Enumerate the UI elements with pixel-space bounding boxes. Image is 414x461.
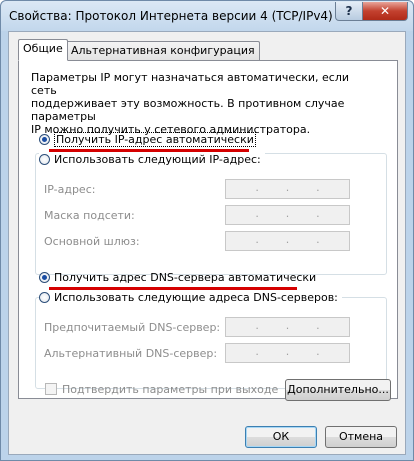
cancel-button[interactable]: Отмена — [325, 426, 397, 448]
radio-dns-auto[interactable]: Получить адрес DNS-сервера автоматически — [39, 271, 316, 284]
window-title: Свойства: Протокол Интернета версии 4 (T… — [9, 9, 333, 23]
advanced-button[interactable]: Дополнительно... — [285, 379, 391, 401]
validate-on-exit[interactable]: Подтвердить параметры при выходе — [45, 383, 278, 396]
default-gateway-label: Основной шлюз: — [44, 235, 140, 248]
help-button[interactable]: ? — [335, 2, 363, 21]
ip-address-label: IP-адрес: — [44, 183, 96, 196]
tab-alternate-config[interactable]: Альтернативная конфигурация — [66, 41, 260, 61]
ip-address-input[interactable]: ... — [225, 179, 350, 199]
radio-dns-auto-indicator[interactable] — [39, 272, 50, 283]
title-bar[interactable]: Свойства: Протокол Интернета версии 4 (T… — [1, 1, 413, 31]
red-underline-ip — [49, 149, 249, 152]
radio-dns-auto-label: Получить адрес DNS-сервера автоматически — [54, 271, 317, 284]
tab-general[interactable]: Общие — [18, 39, 68, 61]
alternate-dns-input[interactable]: ... — [225, 343, 350, 363]
ok-button[interactable]: ОК — [245, 426, 317, 448]
radio-ip-manual[interactable]: Использовать следующий IP-адрес: — [39, 153, 265, 166]
default-gateway-input[interactable]: ... — [225, 231, 350, 251]
validate-on-exit-checkbox[interactable] — [45, 383, 57, 395]
dialog-window: Свойства: Протокол Интернета версии 4 (T… — [0, 0, 414, 461]
radio-ip-manual-indicator[interactable] — [39, 154, 50, 165]
validate-on-exit-label: Подтвердить параметры при выходе — [62, 383, 279, 396]
preferred-dns-label: Предпочитаемый DNS-сервер: — [44, 321, 221, 334]
radio-ip-auto-indicator[interactable] — [39, 134, 50, 145]
alternate-dns-label: Альтернативный DNS-сервер: — [44, 347, 218, 360]
radio-dns-manual[interactable]: Использовать следующие адреса DNS-сервер… — [39, 291, 342, 304]
radio-dns-manual-label: Использовать следующие адреса DNS-сервер… — [54, 291, 338, 304]
red-underline-dns — [49, 287, 297, 290]
tab-panel-general: Параметры IP могут назначаться автоматич… — [18, 60, 398, 401]
dialog-client: Общие Альтернативная конфигурация Параме… — [8, 31, 406, 455]
close-button[interactable]: ✕ — [362, 2, 408, 21]
radio-ip-auto-label: Получить IP-адрес автоматически — [54, 132, 256, 147]
subnet-mask-label: Маска подсети: — [44, 209, 135, 222]
subnet-mask-input[interactable]: ... — [225, 205, 350, 225]
preferred-dns-input[interactable]: ... — [225, 317, 350, 337]
radio-ip-auto[interactable]: Получить IP-адрес автоматически — [39, 132, 256, 147]
intro-text: Параметры IP могут назначаться автоматич… — [31, 71, 350, 136]
radio-dns-manual-indicator[interactable] — [39, 292, 50, 303]
radio-ip-manual-label: Использовать следующий IP-адрес: — [54, 153, 261, 166]
